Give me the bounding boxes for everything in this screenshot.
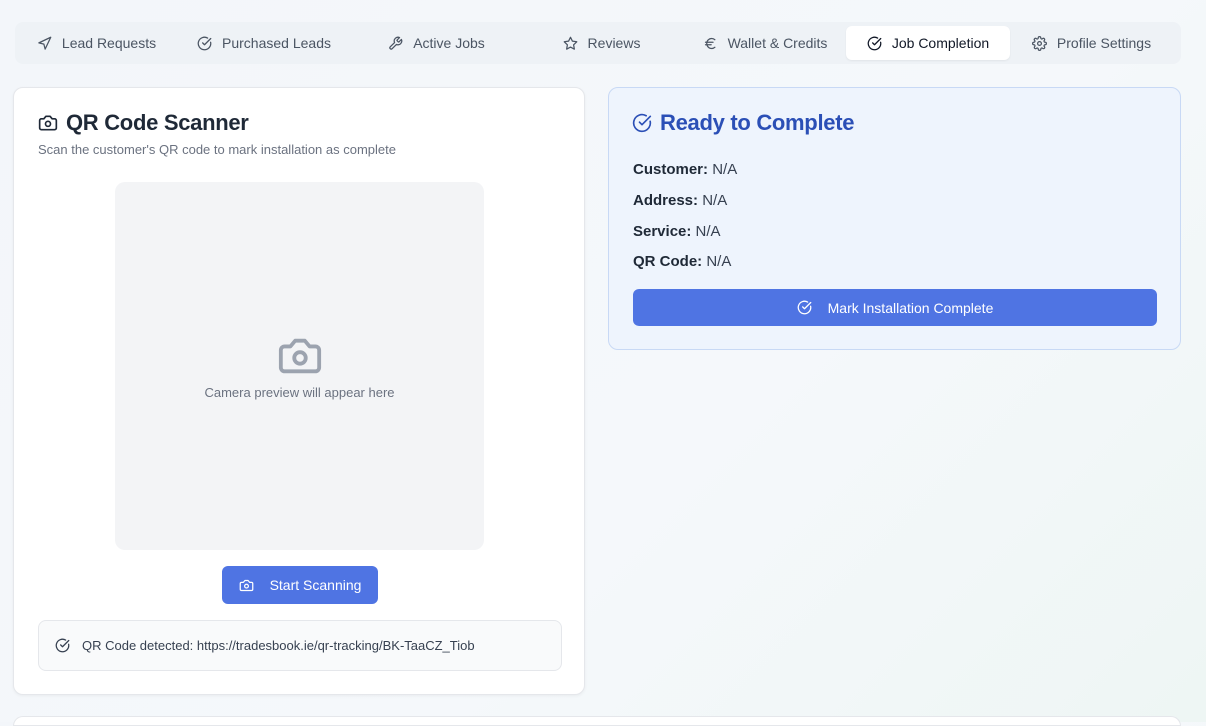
tab-label: Lead Requests: [61, 35, 157, 51]
mark-complete-label: Mark Installation Complete: [827, 299, 994, 316]
address-value: N/A: [702, 192, 728, 209]
tab-label: Purchased Leads: [222, 35, 331, 51]
qr-detected-alert: QR Code detected: https://tradesbook.ie/…: [38, 620, 562, 671]
mark-installation-complete-button[interactable]: Mark Installation Complete: [633, 289, 1157, 326]
tab-label: Job Completion: [891, 35, 990, 51]
camera-preview: Camera preview will appear here: [115, 182, 484, 550]
check-circle-icon: [867, 36, 882, 50]
start-scanning-button[interactable]: Start Scanning: [222, 566, 378, 604]
tab-job-completion[interactable]: Job Completion: [846, 26, 1010, 60]
qr-code-value: N/A: [706, 253, 732, 270]
tab-label: Wallet & Credits: [727, 35, 828, 51]
service-field: Service: N/A: [633, 223, 721, 240]
qr-code-label: QR Code:: [633, 253, 703, 270]
scanner-subtitle: Scan the customer's QR code to mark inst…: [38, 142, 396, 157]
scanner-title-text: QR Code Scanner: [66, 110, 249, 135]
check-circle-icon: [632, 113, 652, 133]
camera-icon: [239, 579, 253, 591]
tab-label: Active Jobs: [413, 35, 485, 51]
tab-active-jobs[interactable]: Active Jobs: [354, 26, 519, 60]
check-circle-icon: [197, 36, 212, 50]
ready-title-text: Ready to Complete: [660, 110, 855, 135]
wrench-icon: [389, 36, 403, 50]
tab-wallet-credits[interactable]: Wallet & Credits: [684, 26, 846, 60]
customer-value: N/A: [712, 161, 738, 178]
ready-title: Ready to Complete: [632, 110, 854, 136]
nav-tabs: Lead Requests Purchased Leads Active Job…: [15, 22, 1181, 64]
tab-reviews[interactable]: Reviews: [519, 26, 684, 60]
qr-code-field: QR Code: N/A: [633, 253, 731, 270]
send-icon: [38, 36, 52, 50]
euro-icon: [704, 37, 716, 49]
start-scanning-label: Start Scanning: [269, 577, 362, 593]
camera-icon: [38, 115, 58, 131]
camera-icon: [278, 338, 321, 373]
tab-label: Reviews: [587, 35, 641, 51]
next-card-edge: [13, 716, 1181, 726]
gear-icon: [1031, 35, 1047, 51]
ready-to-complete-card: Ready to Complete Customer: N/A Address:…: [608, 87, 1181, 350]
tab-lead-requests[interactable]: Lead Requests: [19, 26, 174, 60]
tab-purchased-leads[interactable]: Purchased Leads: [174, 26, 354, 60]
address-field: Address: N/A: [633, 192, 727, 209]
check-circle-icon: [797, 300, 811, 315]
qr-scanner-card: QR Code Scanner Scan the customer's QR c…: [13, 87, 585, 695]
check-circle-icon: [55, 638, 70, 653]
preview-placeholder-text: Camera preview will appear here: [204, 384, 395, 400]
address-label: Address:: [633, 192, 699, 209]
service-value: N/A: [695, 223, 721, 240]
scanner-title: QR Code Scanner: [38, 110, 249, 136]
customer-field: Customer: N/A: [633, 161, 737, 178]
customer-label: Customer:: [633, 161, 709, 178]
tab-label: Profile Settings: [1056, 35, 1152, 51]
qr-detected-text: QR Code detected: https://tradesbook.ie/…: [82, 638, 475, 653]
star-icon: [563, 36, 577, 50]
service-label: Service:: [633, 223, 692, 240]
tab-profile-settings[interactable]: Profile Settings: [1010, 26, 1173, 60]
